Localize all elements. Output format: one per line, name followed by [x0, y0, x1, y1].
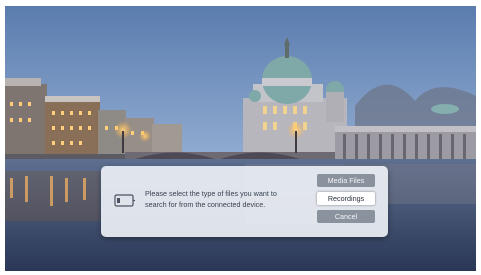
- media-files-button[interactable]: Media Files: [317, 174, 375, 187]
- file-type-dialog: Please select the type of files you want…: [101, 166, 388, 237]
- tv-screen: Please select the type of files you want…: [5, 6, 476, 271]
- dialog-message: Please select the type of files you want…: [145, 189, 277, 209]
- usb-device-icon: [114, 194, 135, 207]
- bridge: [125, 152, 335, 159]
- recordings-button[interactable]: Recordings: [317, 192, 375, 205]
- cancel-button[interactable]: Cancel: [317, 210, 375, 223]
